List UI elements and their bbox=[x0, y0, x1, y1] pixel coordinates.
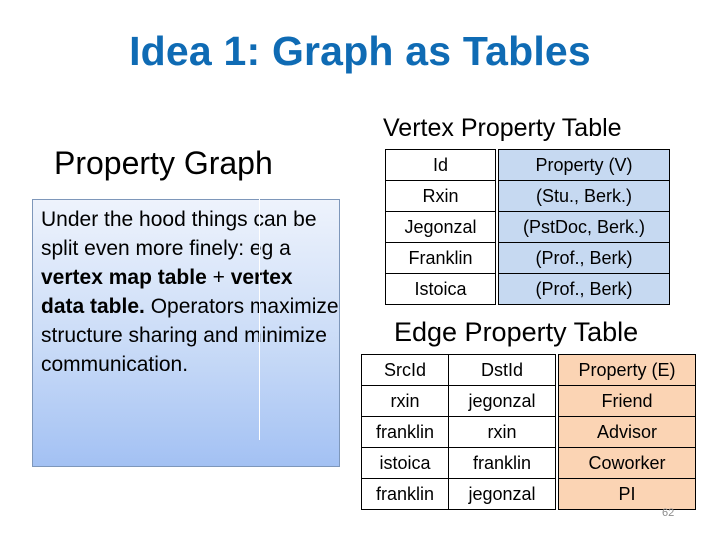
edge-property-table: SrcId DstId Property (E) rxin jegonzal F… bbox=[361, 354, 696, 510]
table-row: Istoica (Prof., Berk) bbox=[385, 274, 670, 305]
table-row: Rxin (Stu., Berk.) bbox=[385, 181, 670, 212]
edge-table-title: Edge Property Table bbox=[394, 317, 639, 347]
edge-dst-cell: rxin bbox=[449, 417, 556, 448]
table-row: franklin rxin Advisor bbox=[361, 417, 696, 448]
description-bold-vertex-map-table: vertex map table bbox=[41, 266, 207, 289]
edge-header-srcid: SrcId bbox=[361, 354, 449, 386]
edge-property-cell: PI bbox=[558, 479, 696, 510]
property-graph-box: Under the hood things can be split even … bbox=[32, 199, 340, 467]
table-row: Franklin (Prof., Berk) bbox=[385, 243, 670, 274]
edge-src-cell: rxin bbox=[361, 386, 449, 417]
edge-property-cell: Coworker bbox=[558, 448, 696, 479]
property-graph-description: Under the hood things can be split even … bbox=[41, 205, 341, 379]
table-row: rxin jegonzal Friend bbox=[361, 386, 696, 417]
edge-property-cell: Advisor bbox=[558, 417, 696, 448]
vertex-property-cell: (PstDoc, Berk.) bbox=[498, 212, 670, 243]
edge-src-cell: franklin bbox=[361, 417, 449, 448]
edge-property-cell: Friend bbox=[558, 386, 696, 417]
description-text-1: Under the hood things can be split even … bbox=[41, 208, 317, 260]
page-number: 62 bbox=[662, 507, 675, 519]
vertex-property-cell: (Prof., Berk) bbox=[498, 274, 670, 305]
edge-dst-cell: jegonzal bbox=[449, 479, 556, 510]
description-plus: + bbox=[206, 266, 231, 289]
vertex-id-cell: Rxin bbox=[385, 181, 496, 212]
edge-src-cell: franklin bbox=[361, 479, 449, 510]
table-row: franklin jegonzal PI bbox=[361, 479, 696, 510]
vertex-id-cell: Istoica bbox=[385, 274, 496, 305]
table-row: Jegonzal (PstDoc, Berk.) bbox=[385, 212, 670, 243]
edge-dst-cell: jegonzal bbox=[449, 386, 556, 417]
vertex-header-id: Id bbox=[385, 149, 496, 181]
slide-title: Idea 1: Graph as Tables bbox=[129, 28, 591, 74]
vertex-property-table: Id Property (V) Rxin (Stu., Berk.) Jegon… bbox=[385, 149, 670, 305]
edge-header-dstid: DstId bbox=[449, 354, 556, 386]
vertex-id-cell: Franklin bbox=[385, 243, 496, 274]
property-graph-heading: Property Graph bbox=[54, 145, 273, 181]
edge-src-cell: istoica bbox=[361, 448, 449, 479]
edge-header-property: Property (E) bbox=[558, 354, 696, 386]
vertex-header-property: Property (V) bbox=[498, 149, 670, 181]
vertex-property-cell: (Prof., Berk) bbox=[498, 243, 670, 274]
vertex-table-header-row: Id Property (V) bbox=[385, 149, 670, 181]
table-row: istoica franklin Coworker bbox=[361, 448, 696, 479]
vertex-table-title: Vertex Property Table bbox=[383, 114, 622, 142]
edge-table-header-row: SrcId DstId Property (E) bbox=[361, 354, 696, 386]
vertical-divider-line bbox=[259, 197, 260, 440]
vertex-property-cell: (Stu., Berk.) bbox=[498, 181, 670, 212]
edge-dst-cell: franklin bbox=[449, 448, 556, 479]
vertex-id-cell: Jegonzal bbox=[385, 212, 496, 243]
